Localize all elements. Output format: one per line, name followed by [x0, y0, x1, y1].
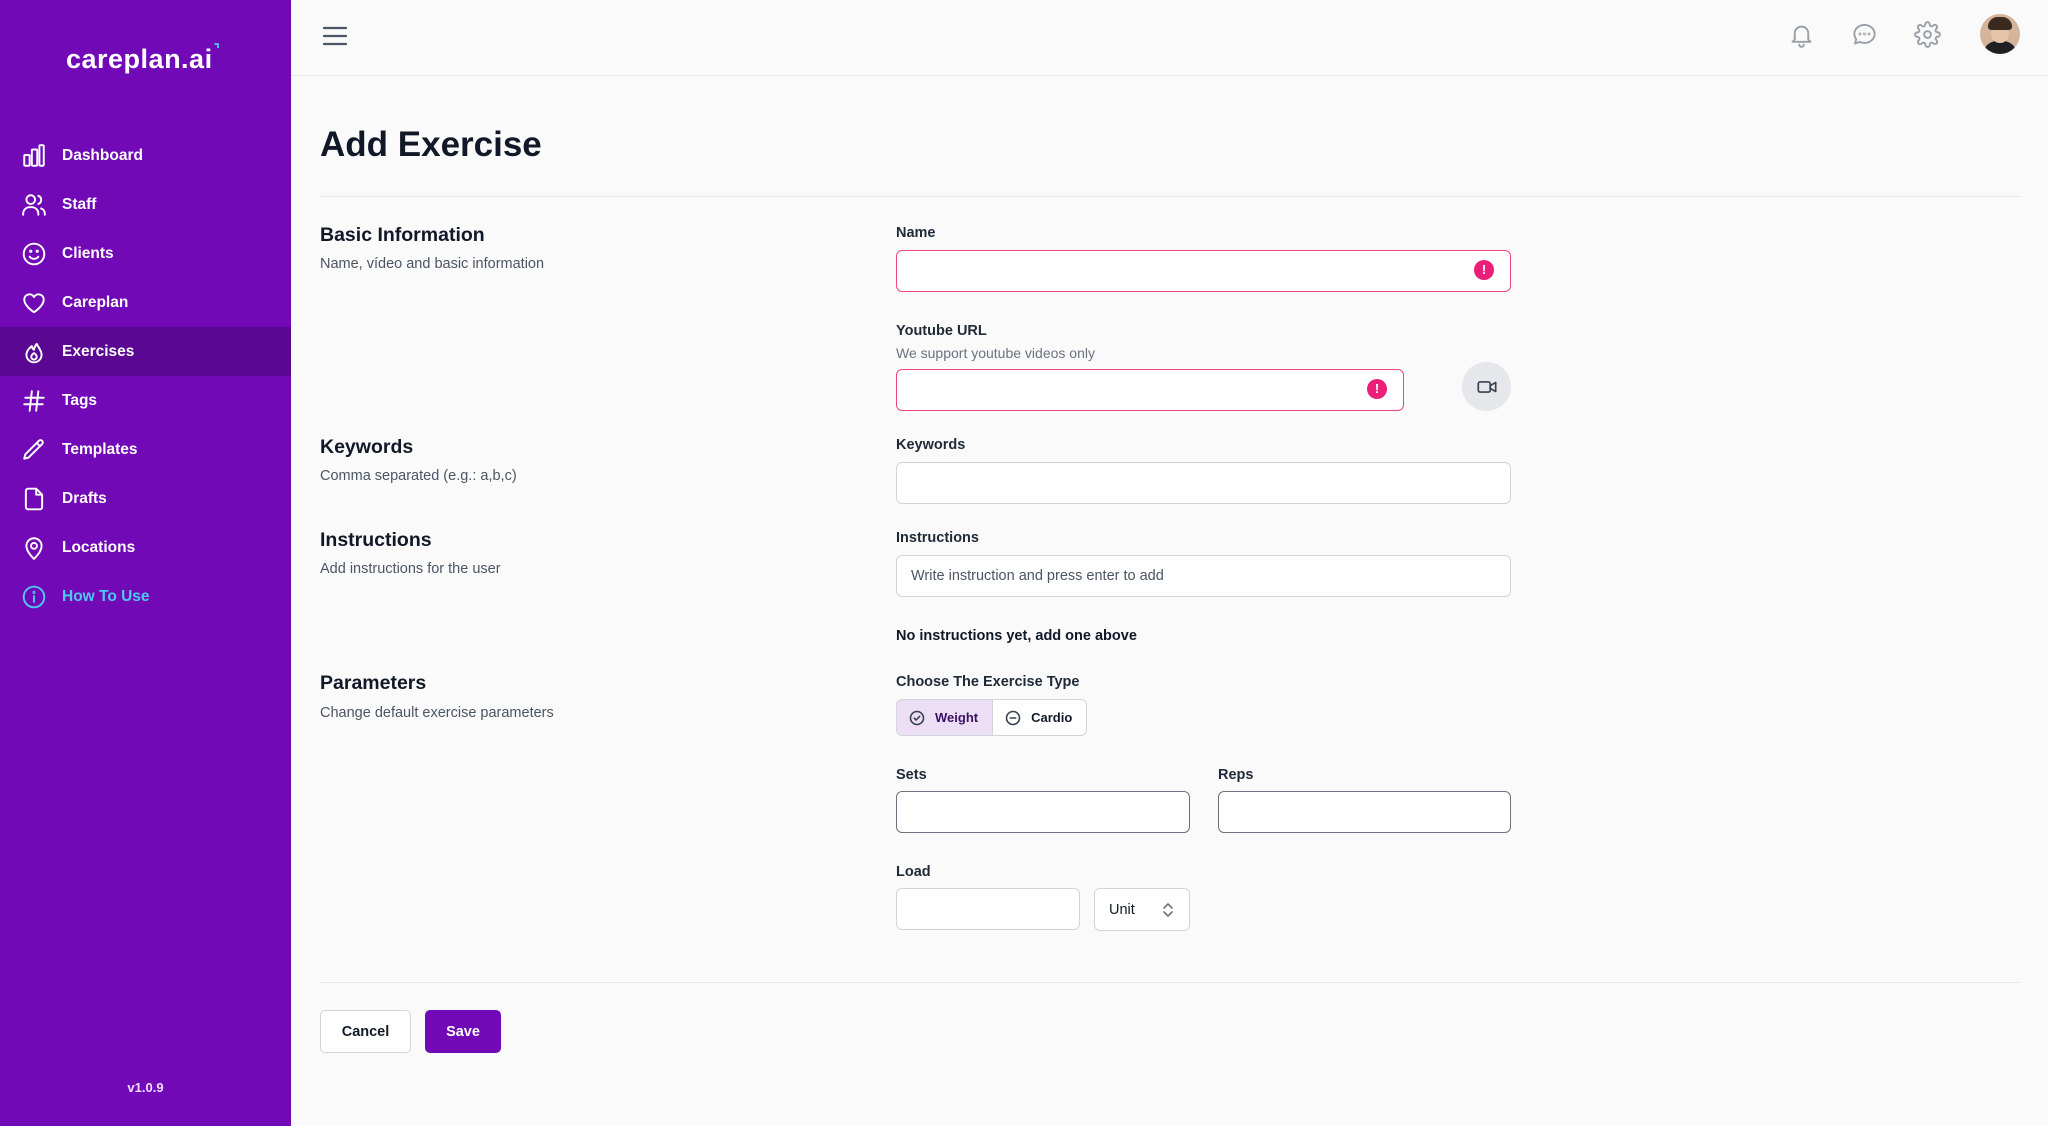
- sidebar-item-dashboard[interactable]: Dashboard: [0, 131, 291, 180]
- chat-bubble-icon[interactable]: [1847, 17, 1881, 51]
- keywords-input[interactable]: [896, 462, 1511, 504]
- exercise-type-toggle: Weight Cardio: [896, 699, 1088, 736]
- name-label: Name: [896, 225, 936, 241]
- exercise-type-weight[interactable]: Weight: [897, 700, 994, 735]
- chevron-up-down-icon: [1163, 902, 1173, 917]
- smile-icon: [20, 240, 47, 267]
- section-desc-basic: Name, vídeo and basic information: [320, 256, 545, 272]
- reps-input[interactable]: [1218, 791, 1511, 833]
- sets-label: Sets: [896, 767, 927, 783]
- unit-select[interactable]: Unit: [1094, 888, 1190, 931]
- sidebar-item-locations[interactable]: Locations: [0, 523, 291, 572]
- sidebar-item-label: Drafts: [62, 489, 107, 507]
- section-desc-instructions: Add instructions for the user: [320, 561, 501, 577]
- app-version: v1.0.9: [127, 1080, 164, 1095]
- sidebar-item-careplan[interactable]: Careplan: [0, 278, 291, 327]
- menu-icon[interactable]: [321, 24, 349, 48]
- sidebar-nav: Dashboard Staff Clients Careplan Exercis…: [0, 131, 291, 621]
- instructions-empty-state: No instructions yet, add one above: [896, 628, 1137, 644]
- error-icon: !: [1474, 260, 1494, 280]
- footer-divider: [320, 982, 2020, 983]
- section-title-instructions: Instructions: [320, 529, 432, 551]
- sidebar-item-label: How To Use: [62, 587, 150, 605]
- youtube-url-label: Youtube URL: [896, 323, 987, 339]
- gear-icon[interactable]: [1910, 17, 1944, 51]
- pencil-icon: [20, 436, 47, 463]
- location-pin-icon: [20, 534, 47, 561]
- sidebar-item-label: Tags: [62, 391, 98, 409]
- instructions-input[interactable]: [896, 555, 1511, 597]
- sidebar-item-label: Templates: [62, 440, 138, 458]
- topbar: [291, 0, 2048, 76]
- header-divider: [320, 196, 2020, 197]
- sidebar-item-staff[interactable]: Staff: [0, 180, 291, 229]
- section-title-basic: Basic Information: [320, 224, 485, 246]
- sidebar-item-exercises[interactable]: Exercises: [0, 327, 291, 376]
- sidebar-item-label: Dashboard: [62, 146, 143, 164]
- exercise-type-cardio[interactable]: Cardio: [993, 700, 1086, 735]
- sidebar: careplan.ai⌝ Dashboard Staff Clients Car…: [0, 0, 291, 1126]
- load-label: Load: [896, 864, 931, 880]
- sidebar-item-templates[interactable]: Templates: [0, 425, 291, 474]
- bell-icon[interactable]: [1784, 17, 1818, 51]
- sidebar-item-clients[interactable]: Clients: [0, 229, 291, 278]
- cancel-button[interactable]: Cancel: [320, 1010, 411, 1053]
- section-desc-parameters: Change default exercise parameters: [320, 705, 554, 721]
- keywords-label: Keywords: [896, 437, 966, 453]
- section-desc-keywords: Comma separated (e.g.: a,b,c): [320, 468, 517, 484]
- exercise-type-label: Choose The Exercise Type: [896, 674, 1080, 690]
- sidebar-item-label: Exercises: [62, 342, 135, 360]
- sidebar-item-label: Staff: [62, 195, 97, 213]
- sidebar-item-label: Careplan: [62, 293, 129, 311]
- minus-circle-icon: [1005, 710, 1021, 725]
- sidebar-item-label: Clients: [62, 244, 114, 262]
- section-title-parameters: Parameters: [320, 672, 427, 694]
- sidebar-item-label: Locations: [62, 538, 136, 556]
- sidebar-item-how-to-use[interactable]: How To Use: [0, 572, 291, 621]
- hashtag-icon: [20, 387, 47, 414]
- document-icon: [20, 485, 47, 512]
- sidebar-item-drafts[interactable]: Drafts: [0, 474, 291, 523]
- save-button[interactable]: Save: [425, 1010, 501, 1053]
- load-input[interactable]: [896, 888, 1080, 930]
- avatar[interactable]: [1980, 14, 2020, 54]
- users-icon: [20, 191, 47, 218]
- name-input[interactable]: [896, 250, 1511, 292]
- app-logo[interactable]: careplan.ai⌝: [66, 41, 220, 75]
- video-camera-icon: [1476, 380, 1497, 393]
- video-preview-button[interactable]: [1462, 362, 1511, 411]
- check-circle-icon: [909, 710, 925, 725]
- youtube-url-input[interactable]: [896, 369, 1404, 411]
- instructions-label: Instructions: [896, 530, 979, 546]
- chart-bar-icon: [20, 142, 47, 169]
- fire-icon: [20, 338, 47, 365]
- topbar-actions: [1755, 14, 2020, 54]
- section-title-keywords: Keywords: [320, 436, 414, 458]
- sidebar-item-tags[interactable]: Tags: [0, 376, 291, 425]
- sets-input[interactable]: [896, 791, 1190, 833]
- error-icon: !: [1367, 379, 1387, 399]
- info-icon: [20, 583, 47, 610]
- youtube-url-hint: We support youtube videos only: [896, 345, 1095, 361]
- page-title: Add Exercise: [320, 125, 542, 164]
- reps-label: Reps: [1218, 767, 1254, 783]
- heart-icon: [20, 289, 47, 316]
